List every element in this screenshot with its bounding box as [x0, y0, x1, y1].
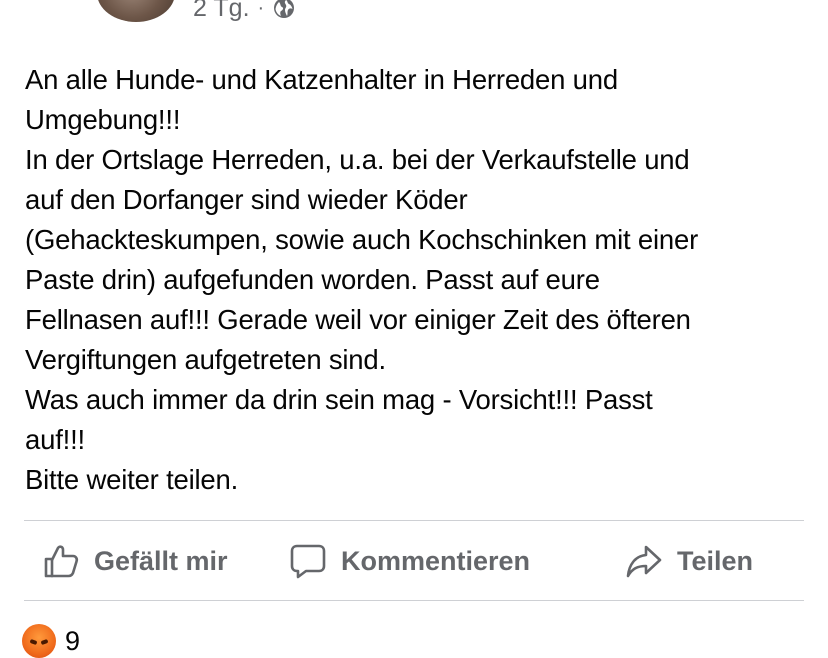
divider	[24, 520, 804, 521]
share-button[interactable]: Teilen	[625, 537, 753, 585]
divider	[24, 600, 804, 601]
post-text-line: Umgebung!!!	[25, 104, 181, 135]
post-text-line: auf!!!	[25, 424, 85, 455]
post-text-line: Fellnasen auf!!! Gerade weil vor einiger…	[25, 304, 691, 335]
post-body: An alle Hunde- und Katzenhalter in Herre…	[25, 60, 815, 500]
post-text-line: In der Ortslage Herreden, u.a. bei der V…	[25, 144, 690, 175]
comment-label: Kommentieren	[341, 545, 531, 576]
share-icon	[626, 545, 662, 578]
comment-icon	[290, 544, 326, 579]
share-label: Teilen	[677, 545, 754, 576]
comment-button[interactable]: Kommentieren	[289, 537, 530, 585]
post-text-line: Vergiftungen aufgetreten sind.	[25, 344, 386, 375]
reaction-count: 9	[65, 625, 81, 656]
post-meta: 2 Tg. ·	[193, 0, 296, 24]
like-button[interactable]: Gefällt mir	[42, 537, 228, 585]
post-text-line: Bitte weiter teilen.	[25, 464, 239, 495]
meta-separator: ·	[257, 0, 265, 19]
thumbs-up-icon	[44, 545, 79, 578]
author-avatar[interactable]	[97, 0, 175, 22]
like-label: Gefällt mir	[94, 545, 228, 576]
post-timestamp[interactable]: 2 Tg.	[193, 0, 250, 23]
post-text-line: auf den Dorfanger sind wieder Köder	[25, 184, 468, 215]
reaction-summary[interactable]: 9	[22, 624, 80, 658]
post-text-line: (Gehackteskumpen, sowie auch Kochschinke…	[25, 224, 699, 255]
post-text-line: An alle Hunde- und Katzenhalter in Herre…	[25, 64, 618, 95]
post-text-line: Was auch immer da drin sein mag - Vorsic…	[25, 384, 653, 415]
globe-icon[interactable]	[272, 0, 296, 20]
post-text-line: Paste drin) aufgefunden worden. Passt au…	[25, 264, 600, 295]
angry-emoji-icon	[22, 624, 56, 658]
